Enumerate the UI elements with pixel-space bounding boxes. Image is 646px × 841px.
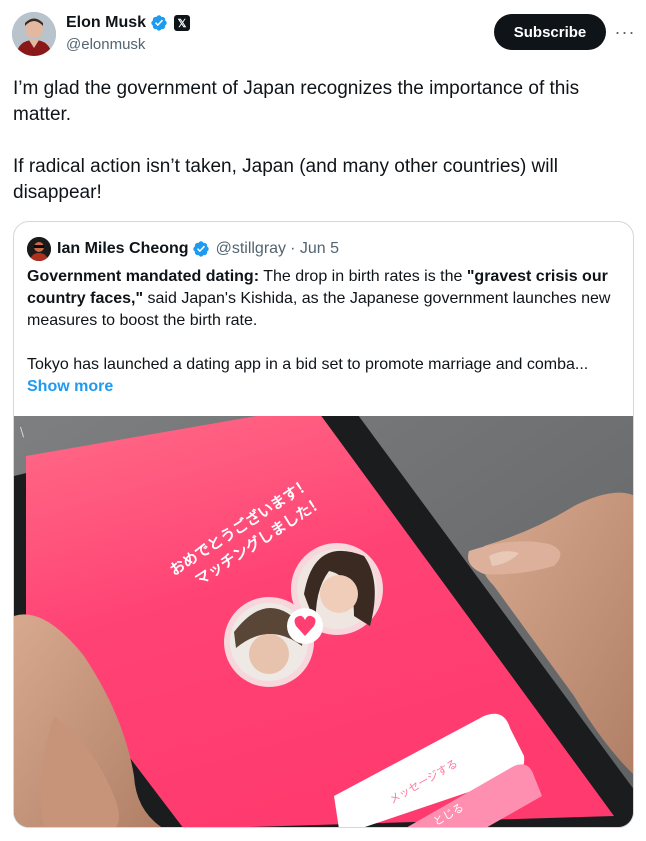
- quoted-text-part: The drop in birth rates is the: [259, 268, 467, 285]
- author-handle[interactable]: @elonmusk: [66, 36, 190, 53]
- author-avatar-image: [12, 12, 56, 56]
- quoted-tweet-photo[interactable]: おめでとうございます！ マッチングしました！ メッセージする とじる \: [14, 416, 633, 827]
- tweet-paragraph: I’m glad the government of Japan recogni…: [13, 78, 580, 125]
- quoted-author-avatar[interactable]: [27, 237, 51, 261]
- quoted-paragraph-truncated: Tokyo has launched a dating app in a bid…: [27, 356, 589, 373]
- quoted-author-name[interactable]: Ian Miles Cheong: [57, 240, 189, 258]
- quoted-tweet-text: Government mandated dating: The drop in …: [27, 266, 625, 398]
- quoted-tweet-header: Ian Miles Cheong @stillgray · Jun 5: [27, 237, 339, 261]
- quoted-paragraph: Government mandated dating: The drop in …: [27, 266, 625, 332]
- verified-badge-icon: [192, 241, 209, 257]
- quoted-author-avatar-image: [27, 237, 51, 261]
- quoted-tweet-date[interactable]: · Jun 5: [290, 240, 339, 258]
- dating-app-photo: おめでとうございます！ マッチングしました！ メッセージする とじる \: [14, 416, 633, 827]
- verified-badge-icon: [151, 15, 167, 31]
- subscribe-button[interactable]: Subscribe: [494, 14, 606, 50]
- author-avatar[interactable]: [12, 12, 56, 56]
- x-affiliation-icon: 𝕏: [174, 15, 191, 31]
- show-more-link[interactable]: Show more: [27, 376, 625, 398]
- author-name[interactable]: Elon Musk: [66, 14, 146, 32]
- quoted-author-handle[interactable]: @stillgray: [216, 240, 286, 258]
- author-block: Elon Musk 𝕏 @elonmusk: [66, 12, 191, 53]
- quoted-tweet[interactable]: Ian Miles Cheong @stillgray · Jun 5 Gove…: [13, 221, 634, 828]
- tweet-text: I’m glad the government of Japan recogni…: [13, 76, 623, 232]
- tweet-paragraph: If radical action isn’t taken, Japan (an…: [13, 156, 558, 203]
- more-options-icon[interactable]: ···: [612, 20, 638, 44]
- quoted-lead: Government mandated dating:: [27, 268, 260, 285]
